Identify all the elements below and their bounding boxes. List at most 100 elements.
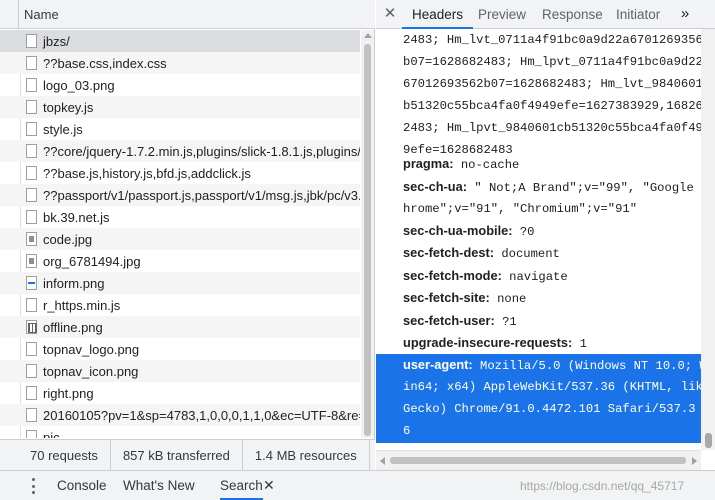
document-icon	[26, 386, 37, 400]
cookie-value-line: b51320c55bca4fa0f4949efe=1627383929,1682…	[403, 99, 701, 113]
request-list-scrollbar[interactable]	[361, 30, 374, 438]
request-name: pic	[43, 429, 60, 439]
tab-console[interactable]: Console	[57, 471, 107, 500]
header-value: none	[497, 292, 527, 306]
cookie-value-line: 2483; Hm_lvt_0711a4f91bc0a9d22a670126935…	[403, 33, 701, 47]
request-row[interactable]: style.js	[0, 118, 360, 140]
header-value: document	[501, 247, 560, 261]
header-name: user-agent:	[403, 357, 473, 372]
header-row-sec-ch-ua: sec-ch-ua: " Not;A Brand";v="99", "Googl…	[403, 176, 701, 198]
header-row-sec-fetch-site: sec-fetch-site: none	[403, 287, 526, 309]
request-row[interactable]: offline.png	[0, 316, 360, 338]
network-request-panel: Name jbzs/ ??base.css,index.css logo_03.pn…	[0, 0, 403, 471]
header-value-continuation: 6	[403, 424, 411, 438]
header-name: sec-fetch-dest:	[403, 245, 495, 260]
scroll-right-arrow-icon[interactable]	[692, 457, 697, 465]
watermark-text: https://blog.csdn.net/qq_45717	[520, 479, 685, 493]
header-value: ?1	[502, 315, 517, 329]
headers-view: 2483; Hm_lvt_0711a4f91bc0a9d22a670126935…	[376, 29, 701, 449]
request-name: jbzs/	[43, 33, 70, 49]
header-row-sec-ch-ua-mobile: sec-ch-ua-mobile: ?0	[403, 220, 534, 242]
request-row[interactable]: 20160105?pv=1&sp=4783,1,0,0,0,1,1,0&ec=U…	[0, 404, 360, 426]
header-row-upgrade-insecure-requests: upgrade-insecure-requests: 1	[403, 332, 587, 354]
request-name: right.png	[43, 385, 94, 401]
name-column-header[interactable]: Name	[0, 0, 375, 29]
resources-size: 1.4 MB resources	[243, 439, 370, 471]
scroll-up-arrow-icon[interactable]	[364, 33, 372, 38]
close-icon[interactable]: ✕	[382, 0, 398, 29]
document-icon	[26, 56, 37, 70]
request-name: ??core/jquery-1.7.2.min.js,plugins/slick…	[43, 143, 360, 159]
document-icon	[26, 210, 37, 224]
header-value: Mozilla/5.0 (Windows NT 10.0; W	[480, 359, 701, 373]
request-name: logo_03.png	[43, 77, 115, 93]
header-name: sec-ch-ua:	[403, 179, 468, 194]
drawer-menu-kebab-icon[interactable]	[26, 478, 40, 494]
tab-whats-new[interactable]: What's New	[123, 471, 195, 500]
request-row[interactable]: ??base.js,history.js,bfd.js,addclick.js	[0, 162, 360, 184]
request-row[interactable]: ??base.css,index.css	[0, 52, 360, 74]
request-row[interactable]: right.png	[0, 382, 360, 404]
tab-preview[interactable]: Preview	[468, 0, 536, 29]
image-icon	[26, 254, 37, 268]
scroll-left-arrow-icon[interactable]	[380, 457, 385, 465]
document-icon	[26, 430, 37, 438]
name-column-label: Name	[24, 7, 59, 22]
request-row[interactable]: ??passport/v1/passport.js,passport/v1/ms…	[0, 184, 360, 206]
tab-headers[interactable]: Headers	[402, 0, 474, 29]
header-row-sec-fetch-dest: sec-fetch-dest: document	[403, 242, 560, 264]
headers-vertical-scrollbar[interactable]	[701, 29, 715, 450]
header-name: upgrade-insecure-requests:	[403, 335, 573, 350]
request-name: ??base.js,history.js,bfd.js,addclick.js	[43, 165, 251, 181]
request-name: offline.png	[43, 319, 103, 335]
document-icon	[26, 364, 37, 378]
header-value: navigate	[509, 270, 568, 284]
headers-horizontal-scrollbar[interactable]	[376, 450, 701, 470]
request-row[interactable]: bk.39.net.js	[0, 206, 360, 228]
info-image-icon	[26, 276, 37, 290]
header-row-sec-fetch-user: sec-fetch-user: ?1	[403, 310, 517, 332]
request-name: 20160105?pv=1&sp=4783,1,0,0,0,1,1,0&ec=U…	[43, 407, 360, 423]
document-icon	[26, 78, 37, 92]
more-tabs-chevron-icon[interactable]: »	[676, 0, 694, 29]
request-row[interactable]: topkey.js	[0, 96, 360, 118]
request-name: code.jpg	[43, 231, 93, 247]
tab-search[interactable]: Search	[220, 471, 263, 500]
transferred-size: 857 kB transferred	[111, 439, 243, 471]
request-detail-panel: ✕ Headers Preview Response Initiator » 2…	[376, 0, 715, 470]
grid-image-icon	[26, 320, 37, 334]
request-name: ??passport/v1/passport.js,passport/v1/ms…	[43, 187, 360, 203]
request-row[interactable]: topnav_icon.png	[0, 360, 360, 382]
request-row[interactable]: org_6781494.jpg	[0, 250, 360, 272]
request-row[interactable]: ??core/jquery-1.7.2.min.js,plugins/slick…	[0, 140, 360, 162]
request-name: topnav_icon.png	[43, 363, 139, 379]
request-row[interactable]: topnav_logo.png	[0, 338, 360, 360]
network-status-bar: 70 requests 857 kB transferred 1.4 MB re…	[0, 439, 403, 471]
request-row[interactable]: r_https.min.js	[0, 294, 360, 316]
request-name: topkey.js	[43, 99, 94, 115]
detail-tab-bar: ✕ Headers Preview Response Initiator »	[376, 0, 715, 29]
header-value: 1	[579, 337, 587, 351]
header-name: sec-fetch-mode:	[403, 268, 502, 283]
request-name: r_https.min.js	[43, 297, 121, 313]
scrollbar-thumb[interactable]	[705, 433, 712, 448]
request-row[interactable]: pic	[0, 426, 360, 438]
request-row[interactable]: jbzs/	[0, 30, 360, 52]
tab-initiator[interactable]: Initiator	[606, 0, 670, 29]
document-icon	[26, 122, 37, 136]
close-search-tab-icon[interactable]: ✕	[263, 471, 275, 500]
request-name: inform.png	[43, 275, 105, 291]
request-row[interactable]: code.jpg	[0, 228, 360, 250]
document-icon	[26, 34, 37, 48]
request-row[interactable]: logo_03.png	[0, 74, 360, 96]
scrollbar-thumb[interactable]	[364, 44, 371, 436]
selected-user-agent-header[interactable]: user-agent: Mozilla/5.0 (Windows NT 10.0…	[376, 354, 701, 443]
header-value-continuation: Gecko) Chrome/91.0.4472.101 Safari/537.3	[403, 402, 696, 416]
tab-response[interactable]: Response	[532, 0, 613, 29]
scrollbar-thumb[interactable]	[390, 457, 686, 464]
document-icon	[26, 298, 37, 312]
request-row[interactable]: inform.png	[0, 272, 360, 294]
header-name: sec-fetch-user:	[403, 313, 495, 328]
header-row-pragma: pragma: no-cache	[403, 153, 519, 175]
cookie-value-line: 67012693562b07=1628682483; Hm_lvt_984060…	[403, 77, 701, 91]
